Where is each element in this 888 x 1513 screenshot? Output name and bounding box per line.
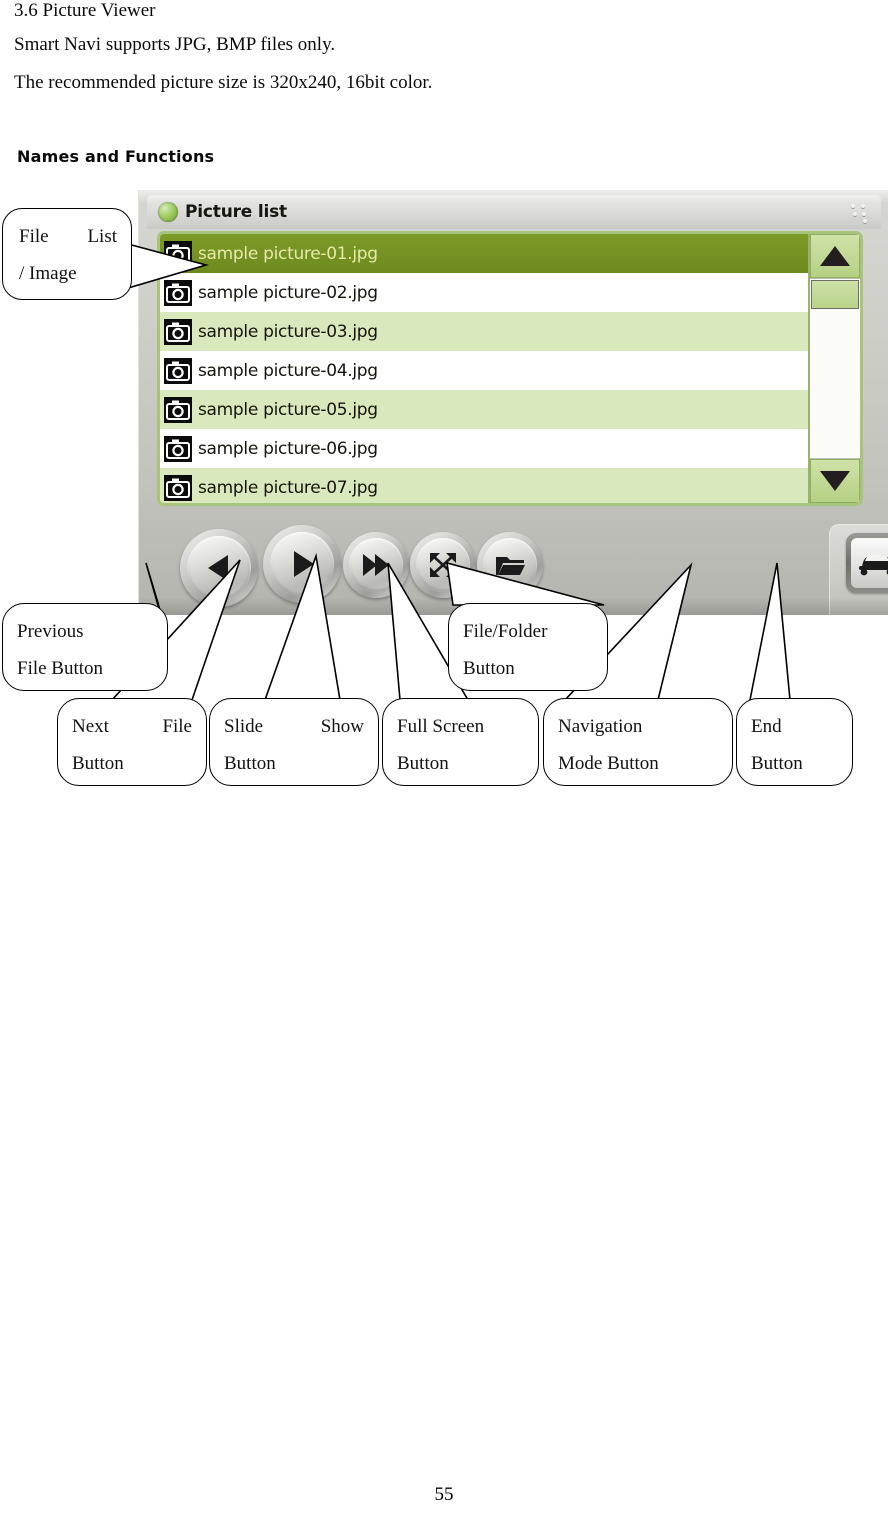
callout-next-file-button: Next File Button xyxy=(57,698,207,786)
callout-end-button: End Button xyxy=(736,698,853,786)
table-row[interactable]: sample picture-06.jpg xyxy=(160,429,808,468)
full-screen-button[interactable] xyxy=(410,532,476,598)
file-name: sample picture-07.jpg xyxy=(198,477,378,498)
triangle-left-icon xyxy=(208,555,228,581)
table-row[interactable]: sample picture-07.jpg xyxy=(160,468,808,503)
camera-icon xyxy=(164,318,192,345)
navigation-mode-button[interactable] xyxy=(846,533,888,593)
triangle-right-play-icon xyxy=(294,551,314,577)
file-list-panel[interactable]: sample picture-01.jpg sample picture-02.… xyxy=(157,231,863,506)
scroll-up-button[interactable] xyxy=(810,234,860,278)
camera-icon xyxy=(164,357,192,384)
window-title: Picture list xyxy=(185,202,287,222)
picture-viewer-device: Picture list sample picture-01.jpg sampl… xyxy=(138,190,888,615)
next-file-button[interactable] xyxy=(343,532,409,598)
table-row[interactable]: sample picture-05.jpg xyxy=(160,390,808,429)
file-name: sample picture-05.jpg xyxy=(198,399,378,420)
table-row[interactable]: sample picture-03.jpg xyxy=(160,312,808,351)
body-line-supports: Smart Navi supports JPG, BMP files only. xyxy=(14,34,336,55)
file-name: sample picture-06.jpg xyxy=(198,438,378,459)
callout-full-screen-button: Full Screen Button xyxy=(382,698,539,786)
scrollbar-track[interactable] xyxy=(810,278,860,459)
camera-icon xyxy=(164,396,192,423)
triangle-down-icon xyxy=(820,471,850,491)
camera-icon xyxy=(164,279,192,306)
folder-icon xyxy=(496,557,525,575)
file-name: sample picture-03.jpg xyxy=(198,321,378,342)
dots-grip-icon xyxy=(849,202,871,223)
table-row[interactable]: sample picture-04.jpg xyxy=(160,351,808,390)
section-heading: 3.6 Picture Viewer xyxy=(14,0,156,21)
file-name: sample picture-04.jpg xyxy=(198,360,378,381)
file-name: sample picture-02.jpg xyxy=(198,282,378,303)
callout-file-folder-button: File/Folder Button xyxy=(448,603,608,691)
file-name: sample picture-01.jpg xyxy=(198,243,378,264)
double-triangle-right-icon xyxy=(363,554,389,576)
camera-icon xyxy=(164,435,192,462)
list-scrollbar[interactable] xyxy=(808,234,860,503)
camera-icon xyxy=(164,474,192,501)
file-list-rows[interactable]: sample picture-01.jpg sample picture-02.… xyxy=(160,234,808,503)
callout-file-list: File List / Image xyxy=(2,208,132,300)
page-number: 55 xyxy=(434,1484,454,1505)
triangle-up-icon xyxy=(820,246,850,266)
status-led-icon xyxy=(158,202,178,222)
table-row[interactable]: sample picture-01.jpg xyxy=(160,234,808,273)
camera-icon xyxy=(164,240,192,267)
window-titlebar: Picture list xyxy=(147,195,881,229)
body-line-recommended: The recommended picture size is 320x240,… xyxy=(14,72,433,93)
previous-file-button[interactable] xyxy=(180,529,258,607)
expand-arrows-icon xyxy=(430,553,456,577)
scrollbar-thumb[interactable] xyxy=(811,280,859,309)
slide-show-button[interactable] xyxy=(263,525,341,603)
names-and-functions-heading: Names and Functions xyxy=(17,147,215,166)
car-icon xyxy=(859,554,888,576)
callout-previous-file-button: Previous File Button xyxy=(2,603,168,691)
file-folder-button[interactable] xyxy=(477,532,543,598)
callout-slide-show-button: Slide Show Button xyxy=(209,698,379,786)
scroll-down-button[interactable] xyxy=(810,459,860,503)
table-row[interactable]: sample picture-02.jpg xyxy=(160,273,808,312)
callout-navigation-mode-button: Navigation Mode Button xyxy=(543,698,733,786)
